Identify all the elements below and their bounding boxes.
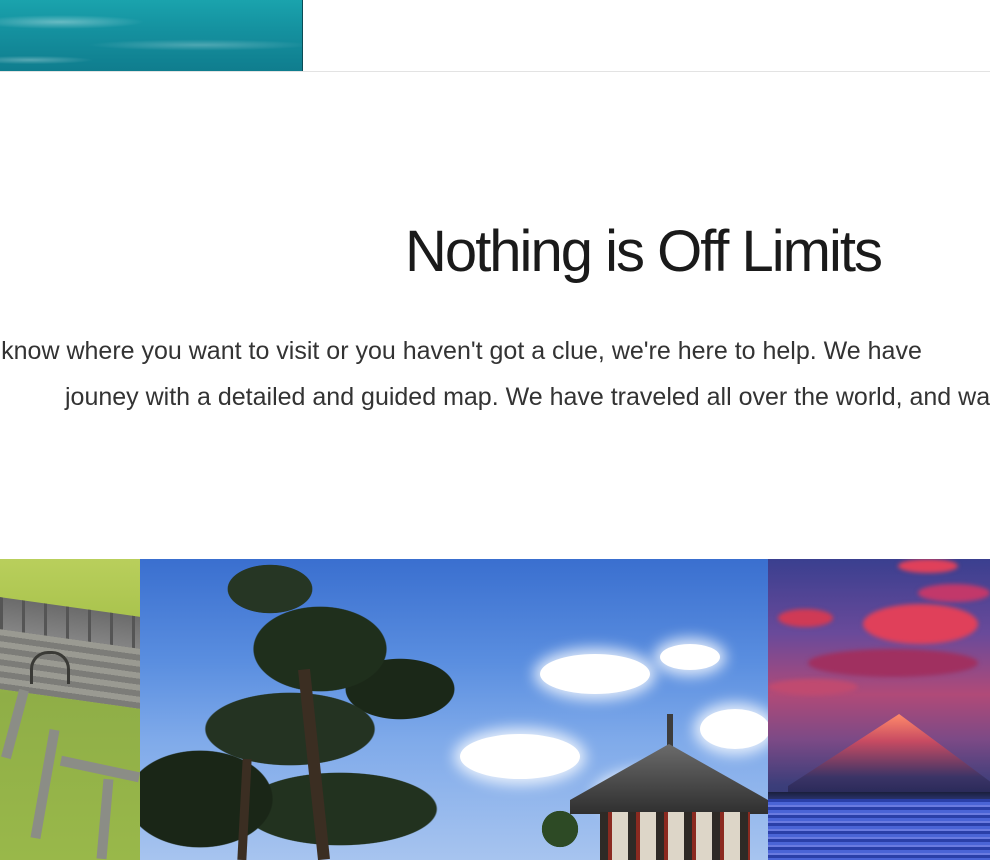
cloud-shape <box>540 654 650 694</box>
top-image-strip <box>0 0 990 72</box>
arch-shape <box>30 651 70 684</box>
temple-roof-shape <box>570 744 768 814</box>
cloud-shape <box>808 649 978 677</box>
cloud-shape <box>898 559 958 573</box>
cloud-shape <box>768 679 858 695</box>
gallery-photo-mountain[interactable] <box>768 559 990 860</box>
section-title: Nothing is Off Limits <box>405 219 883 284</box>
lake-shape <box>768 799 990 860</box>
cloud-shape <box>660 644 720 670</box>
photo-gallery <box>0 559 990 860</box>
cloud-shape <box>700 709 768 749</box>
body-line-2: jouney with a detailed and guided map. W… <box>65 383 990 411</box>
temple-spire-shape <box>667 714 673 749</box>
cloud-shape <box>778 609 833 627</box>
path-shape <box>96 778 114 860</box>
cloud-shape <box>918 584 990 602</box>
page: Nothing is Off Limits eady know where yo… <box>0 0 990 860</box>
gallery-photo-temple[interactable] <box>140 559 768 860</box>
path-shape <box>1 688 29 760</box>
cloud-shape <box>863 604 978 644</box>
temple-hall-shape <box>600 812 750 860</box>
path-shape <box>59 755 140 783</box>
body-line-1: eady know where you want to visit or you… <box>0 337 922 365</box>
water-photo <box>0 0 303 71</box>
gallery-photo-ruins[interactable] <box>0 559 140 860</box>
path-shape <box>30 728 60 840</box>
mountain-peak-shape <box>788 714 990 804</box>
